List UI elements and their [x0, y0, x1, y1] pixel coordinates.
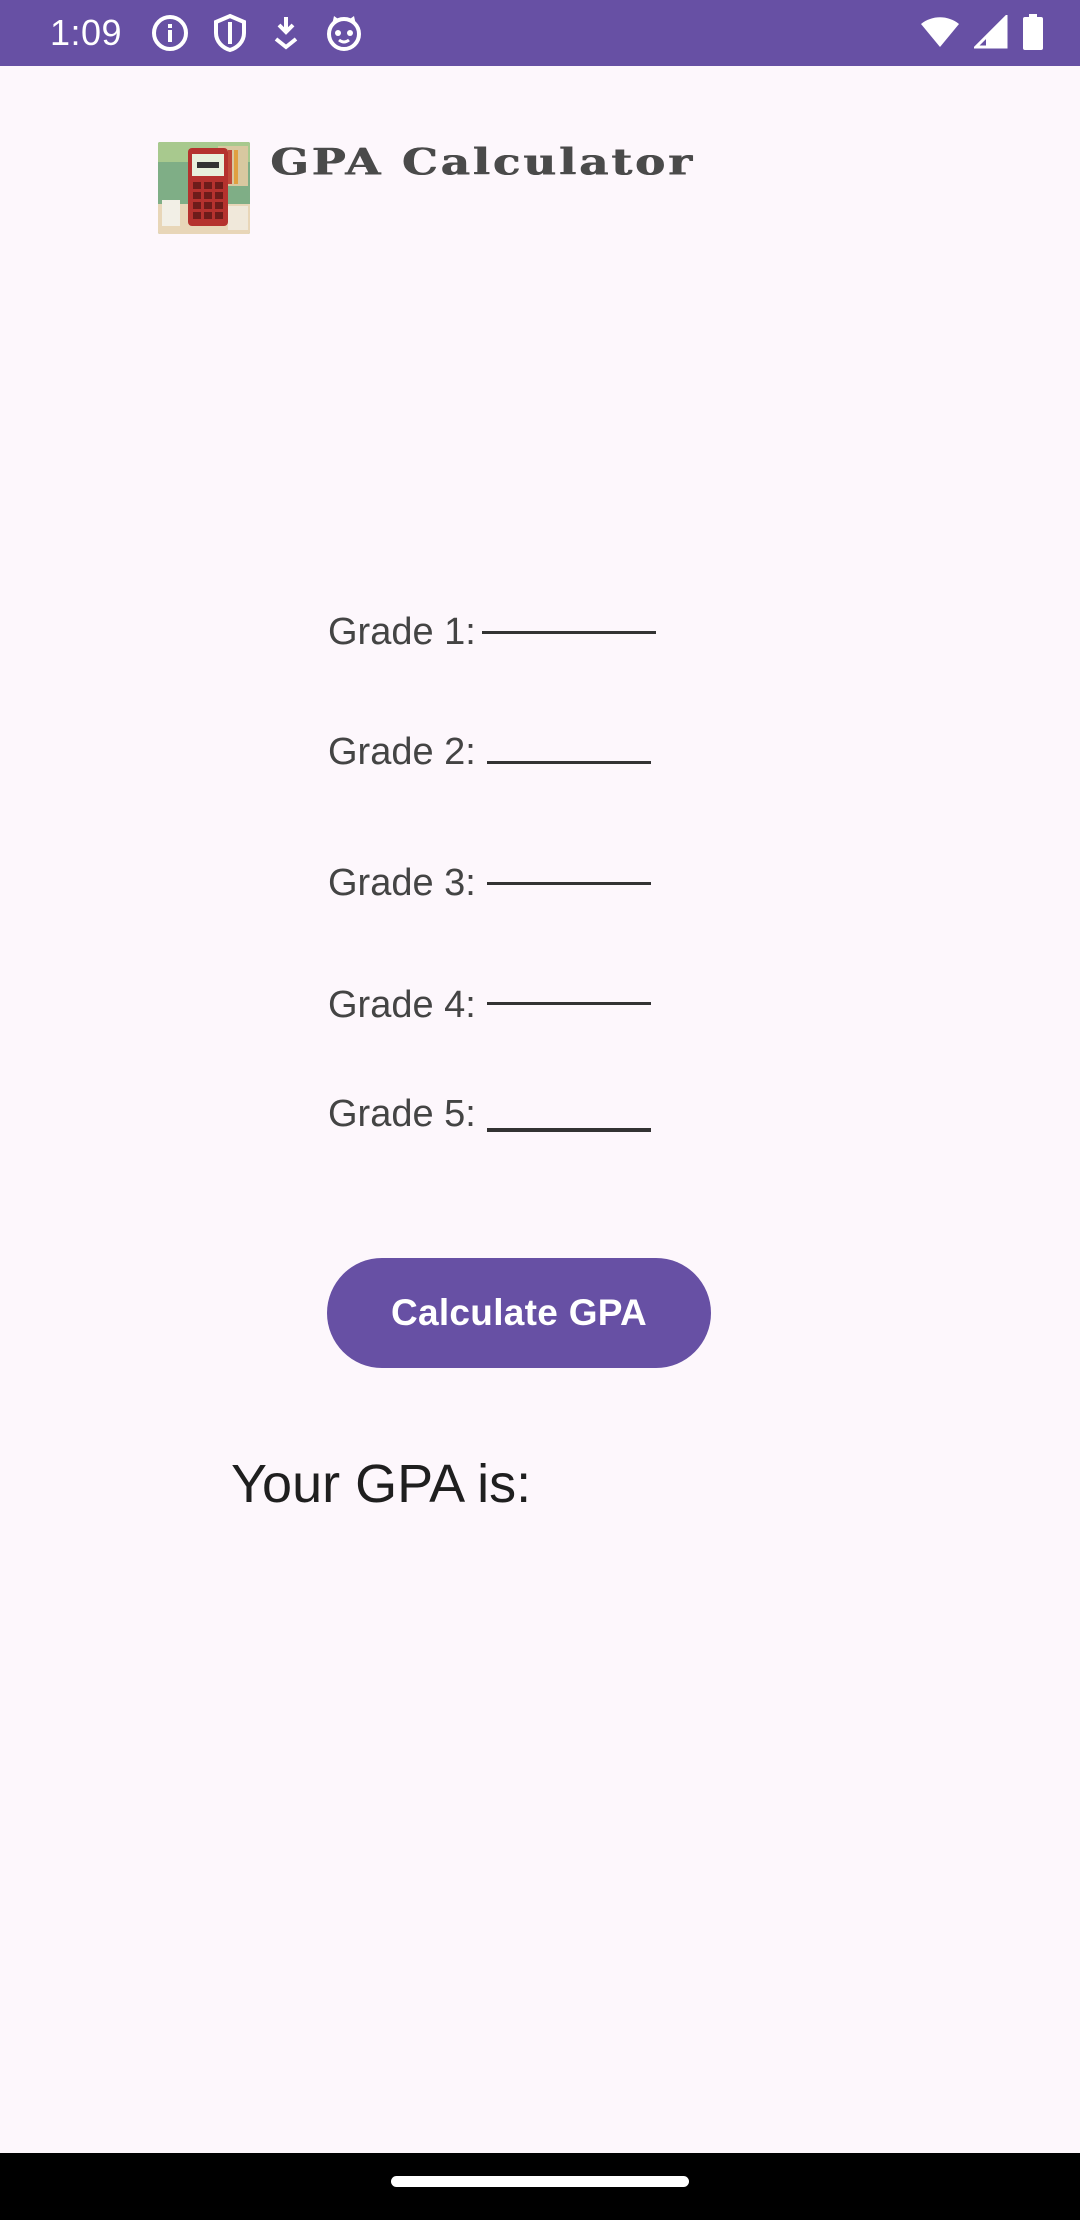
cat-face-icon — [324, 13, 364, 53]
grade-4-input[interactable] — [487, 1002, 651, 1005]
app-title: GPA Calculator — [270, 140, 695, 184]
gpa-result-label: Your GPA is: — [231, 1454, 532, 1514]
grade-5-input[interactable] — [487, 1128, 651, 1132]
battery-icon — [1022, 14, 1044, 50]
calculate-gpa-button[interactable]: Calculate GPA — [327, 1258, 711, 1368]
system-icons — [920, 14, 1044, 50]
grade-5-label: Grade 5: — [328, 1093, 476, 1135]
grade-2-label: Grade 2: — [328, 731, 476, 773]
grade-4-label: Grade 4: — [328, 984, 476, 1026]
signal-icon — [974, 15, 1008, 49]
gpa-calculator-screen: 1:09 GPA Calculator Grade 1: Grade 2: Gr… — [0, 0, 1080, 2220]
grade-3-label: Grade 3: — [328, 862, 476, 904]
info-icon — [150, 13, 190, 53]
download-icon — [270, 13, 302, 53]
shield-icon — [212, 13, 248, 53]
status-time: 1:09 — [50, 12, 123, 53]
grade-1-input[interactable] — [482, 631, 656, 634]
grade-2-input[interactable] — [487, 761, 651, 764]
grade-3-input[interactable] — [487, 882, 651, 885]
notification-icons — [150, 13, 364, 53]
wifi-icon — [920, 15, 960, 49]
grade-1-label: Grade 1: — [328, 611, 476, 653]
calculator-icon — [158, 142, 250, 234]
status-bar: 1:09 — [0, 0, 1080, 66]
home-indicator[interactable] — [391, 2176, 689, 2187]
